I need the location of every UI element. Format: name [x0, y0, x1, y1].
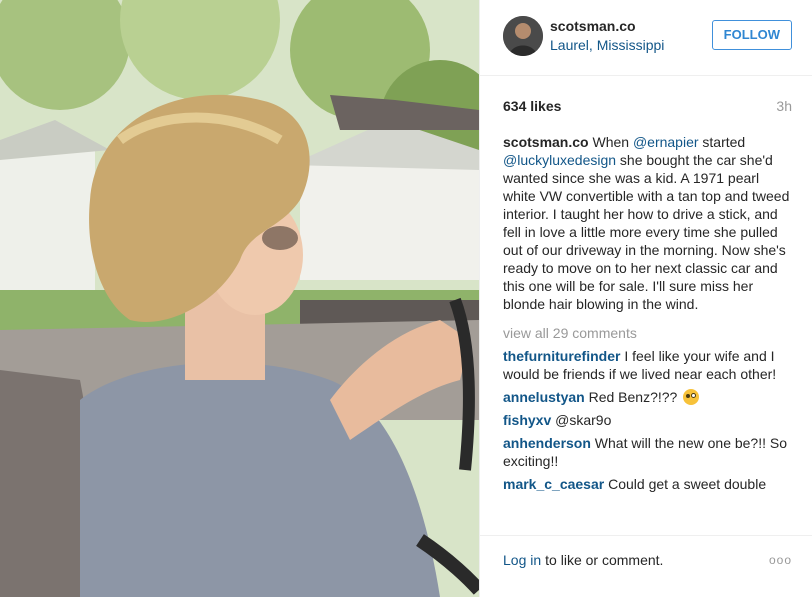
comment-username[interactable]: mark_c_caesar	[503, 476, 604, 492]
comment: annelustyan Red Benz?!??	[503, 388, 792, 406]
author-username[interactable]: scotsman.co	[550, 17, 664, 35]
comment: fishyxv @skar9o	[503, 411, 792, 429]
comment-username[interactable]: anhenderson	[503, 435, 591, 451]
footer-text: to like or comment.	[545, 552, 664, 568]
comment: thefurniturefinder I feel like your wife…	[503, 347, 792, 383]
mention-link[interactable]: @ernapier	[633, 134, 699, 150]
avatar-image	[503, 16, 543, 56]
comment-text: @skar9o	[551, 412, 612, 428]
comment-username[interactable]: fishyxv	[503, 412, 551, 428]
comment-text: Could get a sweet double	[604, 476, 767, 492]
post-footer: Log in to like or comment. ooo	[480, 535, 812, 597]
login-link[interactable]: Log in	[503, 552, 541, 568]
view-all-comments-link[interactable]: view all 29 comments	[503, 324, 792, 342]
winking-face-icon	[683, 389, 700, 405]
mention-link[interactable]: @luckyluxedesign	[503, 152, 616, 168]
post-location[interactable]: Laurel, Mississippi	[550, 36, 664, 54]
comments-section: scotsman.co When @ernapier started @luck…	[503, 131, 792, 535]
post-author-info: scotsman.co Laurel, Mississippi	[550, 17, 664, 54]
caption-text: started	[698, 134, 746, 150]
comment-username[interactable]: thefurniturefinder	[503, 348, 620, 364]
post-photo[interactable]	[0, 0, 479, 597]
likes-count[interactable]: 634 likes	[503, 98, 561, 114]
caption-text: When	[588, 134, 633, 150]
post-header: scotsman.co Laurel, Mississippi FOLLOW	[480, 0, 812, 76]
comment: anhenderson What will the new one be?!! …	[503, 434, 792, 470]
avatar[interactable]	[503, 16, 543, 56]
post-sidebar: scotsman.co Laurel, Mississippi FOLLOW 6…	[479, 0, 812, 597]
caption-text: she bought the car she'd wanted since sh…	[503, 152, 790, 312]
post-stats: 634 likes 3h	[480, 76, 812, 117]
follow-button[interactable]: FOLLOW	[711, 20, 792, 50]
more-options-icon[interactable]: ooo	[769, 553, 792, 567]
caption-username[interactable]: scotsman.co	[503, 134, 589, 150]
post-caption: scotsman.co When @ernapier started @luck…	[503, 133, 792, 313]
instagram-post: scotsman.co Laurel, Mississippi FOLLOW 6…	[0, 0, 812, 597]
comment-text: Red Benz?!??	[584, 389, 682, 405]
comment: mark_c_caesar Could get a sweet double	[503, 475, 792, 493]
photo-illustration	[0, 0, 479, 597]
comment-username[interactable]: annelustyan	[503, 389, 585, 405]
post-time[interactable]: 3h	[776, 98, 792, 114]
